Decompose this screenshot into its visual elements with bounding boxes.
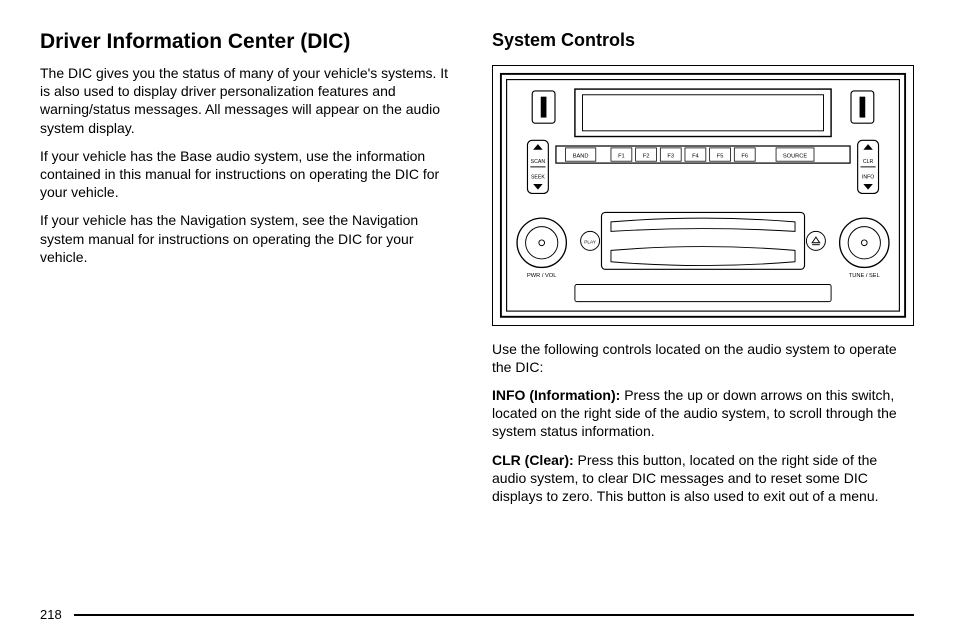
svg-text:BAND: BAND — [573, 153, 589, 159]
main-heading: Driver Information Center (DIC) — [40, 30, 462, 54]
figure-caption: Use the following controls located on th… — [492, 340, 914, 376]
info-paragraph: INFO (Information): Press the up or down… — [492, 386, 914, 441]
svg-text:F5: F5 — [717, 153, 724, 159]
audio-system-figure: BAND F1 F2 F3 F4 F5 F6 SOURCE — [492, 65, 914, 326]
left-column: Driver Information Center (DIC) The DIC … — [40, 30, 462, 590]
page-number: 218 — [40, 607, 62, 622]
svg-text:CLR: CLR — [863, 159, 874, 165]
svg-text:PLAY: PLAY — [584, 240, 597, 246]
audio-system-illustration: BAND F1 F2 F3 F4 F5 F6 SOURCE — [499, 72, 907, 319]
svg-text:SOURCE: SOURCE — [783, 153, 808, 159]
body-paragraph: The DIC gives you the status of many of … — [40, 64, 462, 137]
footer-rule — [74, 614, 914, 616]
svg-text:F6: F6 — [741, 153, 748, 159]
svg-text:SEEK: SEEK — [531, 174, 545, 180]
svg-text:TUNE / SEL: TUNE / SEL — [849, 273, 880, 279]
right-column: System Controls BAND — [492, 30, 914, 590]
svg-text:F2: F2 — [643, 153, 650, 159]
svg-text:SCAN: SCAN — [531, 159, 546, 165]
body-paragraph: If your vehicle has the Navigation syste… — [40, 211, 462, 266]
svg-text:PWR / VOL: PWR / VOL — [527, 273, 556, 279]
clr-label: CLR (Clear): — [492, 452, 574, 468]
svg-text:F4: F4 — [692, 153, 699, 159]
svg-text:INFO: INFO — [862, 174, 874, 180]
svg-text:F1: F1 — [618, 153, 625, 159]
page-footer: 218 — [40, 607, 914, 622]
section-heading: System Controls — [492, 30, 914, 51]
clr-paragraph: CLR (Clear): Press this button, located … — [492, 451, 914, 506]
info-label: INFO (Information): — [492, 387, 620, 403]
body-paragraph: If your vehicle has the Base audio syste… — [40, 147, 462, 202]
svg-text:F3: F3 — [667, 153, 674, 159]
